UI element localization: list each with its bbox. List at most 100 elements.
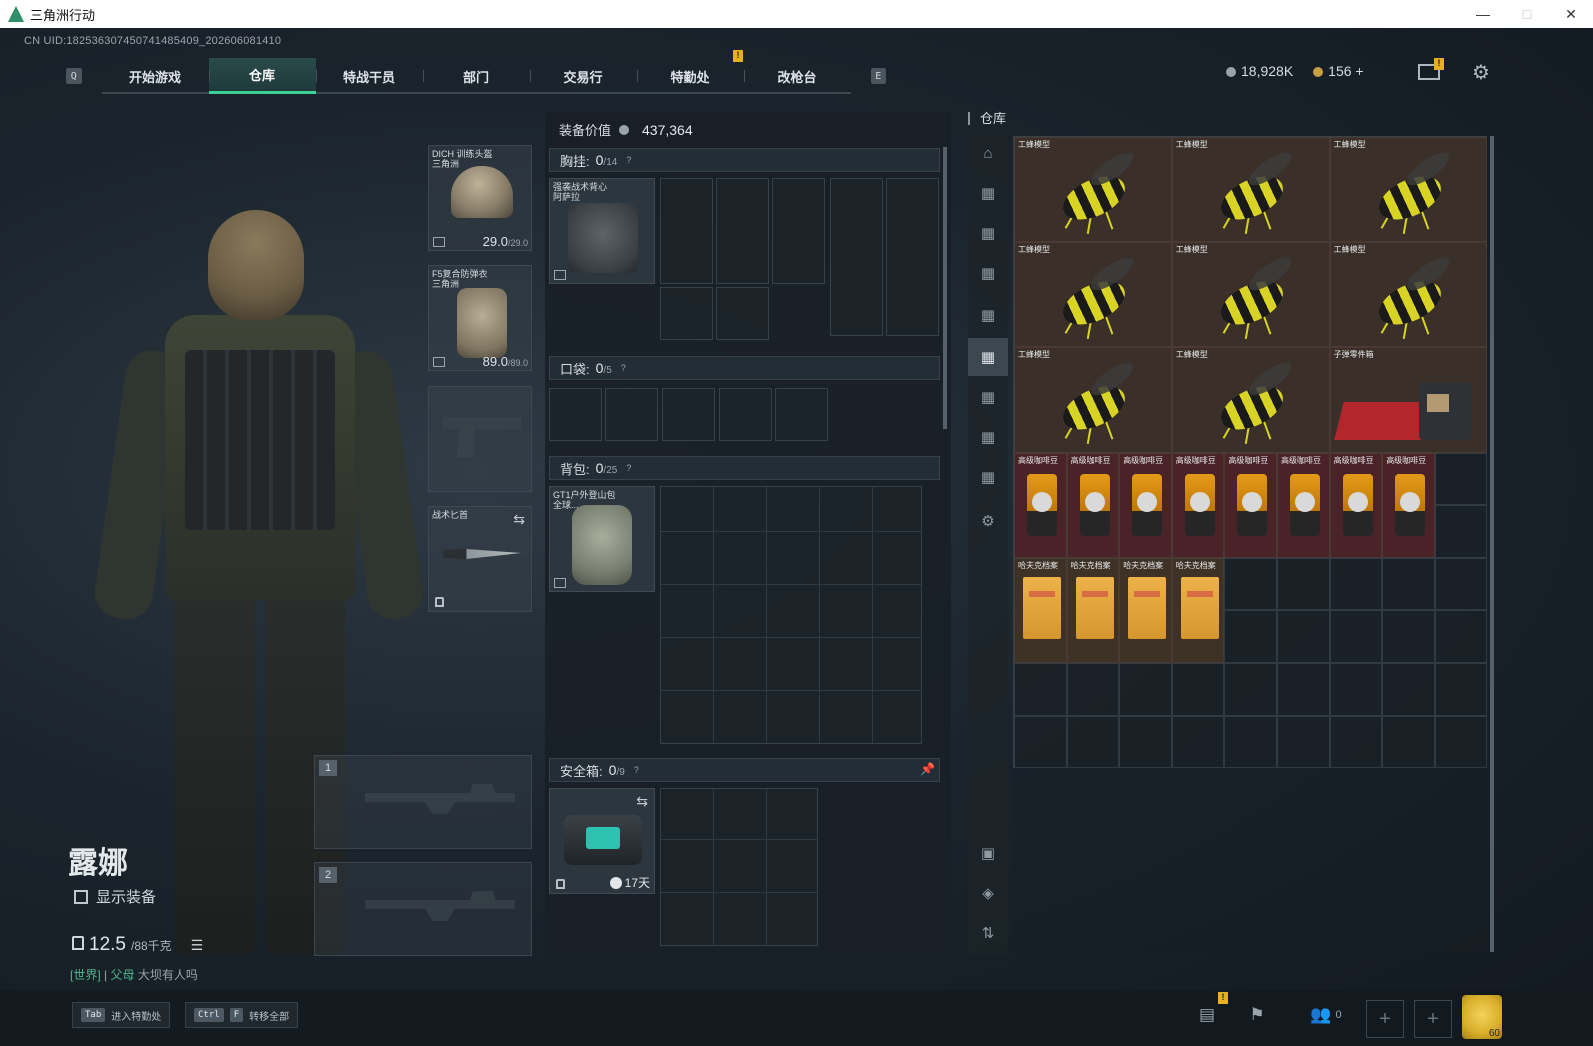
tab-department[interactable]: 部门	[422, 58, 530, 94]
help-icon[interactable]: ?	[623, 463, 634, 474]
warehouse-cell[interactable]	[1277, 557, 1330, 611]
pocket-cell[interactable]	[719, 388, 772, 441]
warehouse-cell[interactable]	[1434, 715, 1488, 769]
chat-preview[interactable]: [世界] | 父母 大坝有人吗	[70, 966, 198, 983]
pocket-cell[interactable]	[549, 388, 602, 441]
layers-icon[interactable]: ◈	[977, 882, 999, 904]
prev-tab-key-hint[interactable]: Q	[66, 68, 82, 84]
warehouse-cell[interactable]	[1434, 452, 1488, 506]
loadout-scrollbar[interactable]	[943, 147, 947, 429]
chest-rig-cell[interactable]	[660, 287, 713, 340]
all-items-icon[interactable]: ⌂	[977, 142, 999, 164]
backpack-grid[interactable]	[660, 486, 922, 744]
warehouse-cell[interactable]	[1382, 557, 1435, 611]
bee-model-item[interactable]: 工蜂模型	[1014, 137, 1172, 243]
warehouse-cell[interactable]	[1119, 663, 1172, 716]
haavk-archive-item[interactable]: 哈夫克档案	[1119, 557, 1172, 663]
premium-coffee-item[interactable]: 高级咖啡豆	[1224, 452, 1277, 558]
warehouse-cell[interactable]	[1277, 663, 1330, 716]
stats-icon[interactable]: ▤	[1196, 1004, 1218, 1026]
warehouse-cell[interactable]	[1434, 557, 1488, 611]
chest-rig-item[interactable]: 强袭战术背心 阿萨拉	[549, 178, 655, 284]
tab-special-ops[interactable]: 特勤处	[636, 58, 744, 94]
category-4-icon[interactable]: ▦	[977, 304, 999, 326]
warehouse-cell[interactable]	[1171, 715, 1225, 769]
haavk-archive-item[interactable]: 哈夫克档案	[1066, 557, 1120, 663]
chest-rig-cell[interactable]	[660, 178, 713, 284]
transfer-all-hint[interactable]: Ctrl F 转移全部	[185, 1002, 299, 1028]
close-button[interactable]: ✕	[1549, 0, 1593, 28]
category-2-icon[interactable]: ▦	[977, 222, 999, 244]
warehouse-cell[interactable]	[1434, 505, 1488, 558]
help-icon[interactable]: ?	[618, 363, 629, 374]
sort-icon[interactable]: ⇅	[977, 922, 999, 944]
category-8-icon[interactable]: ▦	[977, 466, 999, 488]
profile-icon[interactable]: ▣	[977, 842, 999, 864]
category-7-icon[interactable]: ▦	[977, 426, 999, 448]
category-3-icon[interactable]: ▦	[977, 262, 999, 284]
pocket-cell[interactable]	[775, 388, 828, 441]
backpack-item[interactable]: GT1户外登山包 全球...	[549, 486, 655, 592]
chest-rig-cell[interactable]	[716, 287, 769, 340]
bee-model-item[interactable]: 工蜂模型	[1329, 242, 1488, 348]
chest-rig-cell[interactable]	[716, 178, 769, 284]
minimize-button[interactable]: —	[1461, 0, 1505, 28]
tab-start-game[interactable]: 开始游戏	[102, 58, 209, 94]
primary-weapon-slot-1[interactable]: 1	[314, 755, 532, 849]
bullet-parts-box-item[interactable]: 子弹零件箱	[1329, 347, 1488, 453]
warehouse-cell[interactable]	[1224, 715, 1277, 769]
bee-model-item[interactable]: 工蜂模型	[1329, 137, 1488, 243]
swap-icon[interactable]: ⇆	[513, 511, 525, 528]
warehouse-cell[interactable]	[1277, 715, 1330, 769]
pocket-cell[interactable]	[662, 388, 715, 441]
tab-gunsmith[interactable]: 改枪台	[743, 58, 851, 94]
flag-icon[interactable]: ⚑	[1246, 1004, 1268, 1026]
bee-model-item[interactable]: 工蜂模型	[1171, 137, 1330, 243]
warehouse-cell[interactable]	[1329, 663, 1383, 716]
category-6-icon[interactable]: ▦	[977, 386, 999, 408]
premium-coffee-item[interactable]: 高级咖啡豆	[1277, 452, 1330, 558]
pin-icon[interactable]: 📌	[920, 762, 935, 776]
warehouse-cell[interactable]	[1277, 610, 1330, 663]
gold-balance[interactable]: 156 +	[1313, 63, 1364, 79]
chest-rig-cell[interactable]	[830, 178, 883, 336]
warehouse-settings-icon[interactable]: ⚙	[977, 510, 999, 532]
premium-coffee-item[interactable]: 高级咖啡豆	[1329, 452, 1383, 558]
add-teammate-button[interactable]: +	[1414, 1000, 1452, 1038]
haavk-archive-item[interactable]: 哈夫克档案	[1171, 557, 1225, 663]
armor-slot[interactable]: F5复合防弹衣 三角洲 89.0/89.0	[428, 265, 532, 371]
warehouse-cell[interactable]	[1329, 557, 1383, 611]
premium-coffee-item[interactable]: 高级咖啡豆	[1119, 452, 1172, 558]
next-tab-key-hint[interactable]: E	[870, 68, 886, 84]
warehouse-cell[interactable]	[1224, 610, 1277, 663]
team-icon[interactable]: 👥 0	[1306, 1004, 1346, 1026]
add-teammate-button[interactable]: +	[1366, 1000, 1404, 1038]
warehouse-cell[interactable]	[1171, 663, 1225, 716]
premium-coffee-item[interactable]: 高级咖啡豆	[1066, 452, 1120, 558]
warehouse-cell[interactable]	[1329, 610, 1383, 663]
tab-operators[interactable]: 特战干员	[315, 58, 423, 94]
warehouse-scrollbar[interactable]	[1490, 136, 1494, 952]
premium-coffee-item[interactable]: 高级咖啡豆	[1171, 452, 1225, 558]
melee-slot[interactable]: 战术匕首 ⇆	[428, 506, 532, 612]
primary-weapon-slot-2[interactable]: 2	[314, 862, 532, 956]
warehouse-cell[interactable]	[1382, 610, 1435, 663]
tab-warehouse[interactable]: 仓库	[208, 58, 316, 94]
add-gold-button[interactable]: +	[1355, 63, 1363, 79]
warehouse-cell[interactable]	[1329, 715, 1383, 769]
enter-special-ops-hint[interactable]: Tab 进入特勤处	[72, 1002, 171, 1028]
maximize-button[interactable]: □	[1505, 0, 1549, 28]
warehouse-cell[interactable]	[1434, 610, 1488, 663]
warehouse-cell[interactable]	[1066, 715, 1120, 769]
warehouse-cell[interactable]	[1014, 663, 1067, 716]
warehouse-cell[interactable]	[1224, 557, 1277, 611]
category-5-icon[interactable]: ▦	[968, 338, 1008, 376]
chest-rig-cell[interactable]	[772, 178, 825, 284]
category-1-icon[interactable]: ▦	[977, 182, 999, 204]
show-equipment-checkbox[interactable]	[74, 889, 88, 904]
helmet-slot[interactable]: DICH 训练头盔 三角洲 29.0/29.0	[428, 145, 532, 251]
avatar[interactable]: 60	[1462, 995, 1502, 1039]
premium-coffee-item[interactable]: 高级咖啡豆	[1382, 452, 1435, 558]
gear-icon[interactable]: ⚙	[1472, 60, 1490, 85]
haavk-archive-item[interactable]: 哈夫克档案	[1014, 557, 1067, 663]
